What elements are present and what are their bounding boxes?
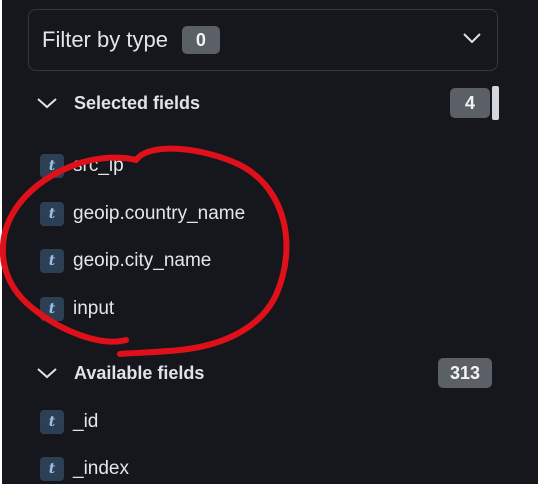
field-row-src-ip[interactable]: t src_ip [40,151,124,181]
field-row-input[interactable]: t input [40,294,114,324]
field-list-panel: Filter by type 0 Selected fields 4 t src… [2,0,538,484]
field-row-id[interactable]: t _id [40,407,98,437]
filter-by-type-dropdown[interactable]: Filter by type 0 [28,9,498,71]
text-type-icon: t [40,297,64,321]
field-name: input [73,298,115,319]
scrollbar-thumb[interactable] [492,86,499,120]
chevron-down-icon [37,368,57,379]
text-type-icon: t [40,457,64,481]
field-row-geoip-city-name[interactable]: t geoip.city_name [40,246,211,276]
field-name: _id [73,411,99,432]
field-name: _index [73,458,129,479]
available-fields-count: 313 [438,358,492,388]
text-type-icon: t [40,410,64,434]
field-name: src_ip [73,155,124,176]
filter-count-badge: 0 [181,26,220,54]
field-row-geoip-country-name[interactable]: t geoip.country_name [40,199,245,229]
selected-fields-count: 4 [450,88,490,118]
selected-fields-header[interactable]: Selected fields [34,86,504,120]
text-type-icon: t [40,202,64,226]
available-fields-title: Available fields [74,362,205,383]
text-type-icon: t [40,154,64,178]
available-fields-header[interactable]: Available fields [34,356,504,390]
chevron-down-icon [463,33,481,44]
text-type-icon: t [40,249,64,273]
selected-fields-title: Selected fields [74,92,201,113]
chevron-down-icon [37,98,57,109]
field-row-index[interactable]: t _index [40,454,129,484]
field-name: geoip.country_name [73,203,246,224]
field-name: geoip.city_name [73,250,212,271]
filter-by-type-label: Filter by type [42,27,168,52]
